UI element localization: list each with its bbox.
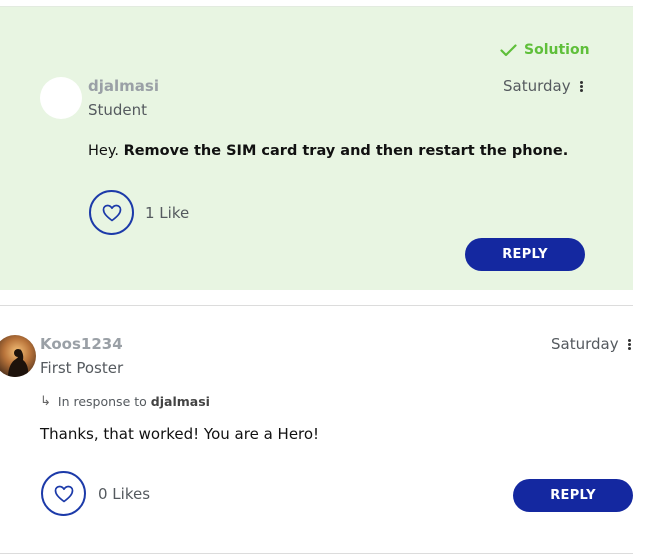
avatar[interactable] [40,77,82,119]
kebab-menu-icon[interactable] [627,338,631,350]
checkmark-icon [500,43,517,56]
like-count[interactable]: 1 Like [145,204,189,222]
reply-button[interactable]: REPLY [465,238,585,271]
author-name[interactable]: Koos1234 [40,335,123,353]
like-button[interactable] [89,190,134,235]
solution-post: Solution djalmasi Student Saturday Hey. … [0,6,633,290]
author-rank: First Poster [40,359,124,377]
in-response-label: In response to [57,394,147,409]
divider [0,553,633,554]
heart-icon [102,204,121,221]
divider [0,305,633,306]
avatar[interactable] [0,335,36,377]
post-body-bold: Remove the SIM card tray and then restar… [123,143,569,159]
post-date-row: Saturday [551,335,631,353]
post-date: Saturday [503,77,571,95]
author-name[interactable]: djalmasi [88,77,159,95]
reply-button[interactable]: REPLY [513,479,633,512]
in-response-user-link[interactable]: djalmasi [151,394,210,409]
post-date: Saturday [551,335,619,353]
like-count[interactable]: 0 Likes [98,485,150,503]
post-body: Hey. Remove the SIM card tray and then r… [88,143,568,159]
forum-thread: Solution djalmasi Student Saturday Hey. … [0,0,654,557]
kebab-menu-icon[interactable] [579,80,583,92]
author-rank: Student [88,101,148,119]
post-date-row: Saturday [503,77,583,95]
post-body: Thanks, that worked! You are a Hero! [40,425,320,443]
like-button[interactable] [41,471,86,516]
heart-icon [54,485,73,502]
reply-arrow-icon: ↳ [40,394,51,409]
solution-label: Solution [524,42,590,58]
post-body-text: Hey. [88,143,124,159]
in-response-to: ↳ In response to djalmasi [40,394,210,409]
solution-badge: Solution [500,42,590,58]
